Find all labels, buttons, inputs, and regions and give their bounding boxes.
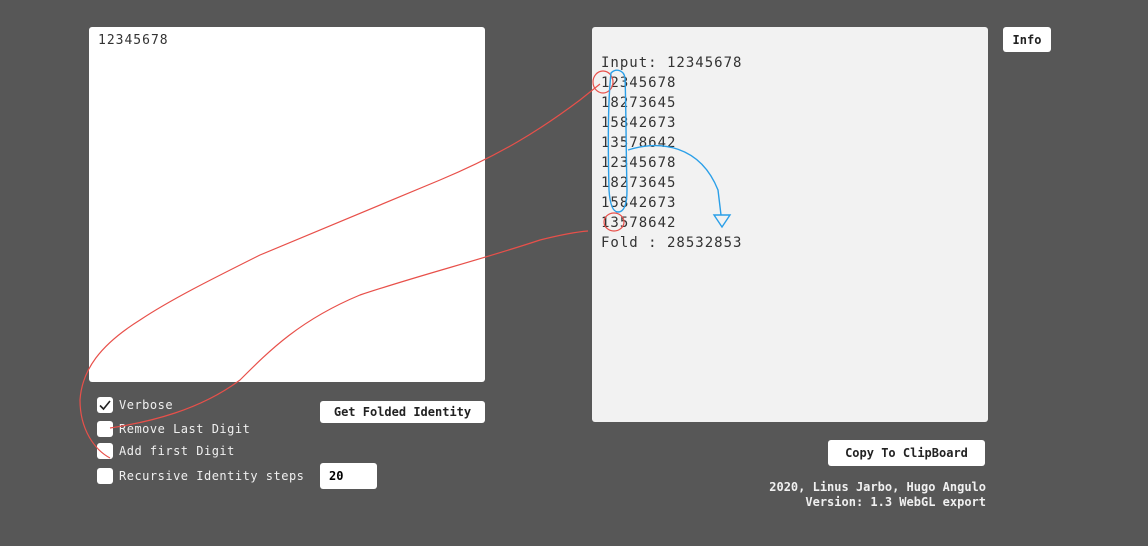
output-line: 13578642 xyxy=(601,135,677,151)
recursive-steps-option[interactable]: Recursive Identity steps xyxy=(97,467,304,485)
checkmark-icon xyxy=(99,400,111,411)
credits-authors: 2020, Linus Jarbo, Hugo Angulo xyxy=(769,480,986,494)
remove-last-digit-checkbox[interactable] xyxy=(97,421,113,437)
add-first-digit-checkbox[interactable] xyxy=(97,443,113,459)
output-line: 13578642 xyxy=(601,215,677,231)
output-line: 12345678 xyxy=(601,155,677,171)
output-line: 15842673 xyxy=(601,115,677,131)
output-line-input: Input: 12345678 xyxy=(601,55,743,71)
output-panel: Input: 12345678 12345678 18273645 158426… xyxy=(592,27,988,422)
copy-to-clipboard-button[interactable]: Copy To ClipBoard xyxy=(828,440,985,466)
credits: 2020, Linus Jarbo, Hugo Angulo Version: … xyxy=(769,480,986,510)
add-first-digit-option[interactable]: Add first Digit xyxy=(97,442,235,460)
number-input[interactable]: 12345678 xyxy=(89,27,485,382)
output-line: 15842673 xyxy=(601,195,677,211)
remove-last-digit-option[interactable]: Remove Last Digit xyxy=(97,420,250,438)
output-line: 18273645 xyxy=(601,175,677,191)
recursive-steps-label: Recursive Identity steps xyxy=(119,469,305,483)
output-line: 12345678 xyxy=(601,75,677,91)
output-line-fold: Fold : 28532853 xyxy=(601,235,743,251)
verbose-label: Verbose xyxy=(119,398,174,412)
input-panel[interactable]: 12345678 xyxy=(89,27,485,382)
add-first-digit-label: Add first Digit xyxy=(119,444,235,458)
get-folded-identity-button[interactable]: Get Folded Identity xyxy=(320,401,485,423)
recursive-steps-checkbox[interactable] xyxy=(97,468,113,484)
credits-version: Version: 1.3 WebGL export xyxy=(805,495,986,509)
info-button[interactable]: Info xyxy=(1003,27,1051,52)
verbose-option[interactable]: Verbose xyxy=(97,396,173,414)
verbose-checkbox[interactable] xyxy=(97,397,113,413)
remove-last-digit-label: Remove Last Digit xyxy=(119,422,251,436)
recursive-steps-input[interactable] xyxy=(320,463,377,489)
output-line: 18273645 xyxy=(601,95,677,111)
